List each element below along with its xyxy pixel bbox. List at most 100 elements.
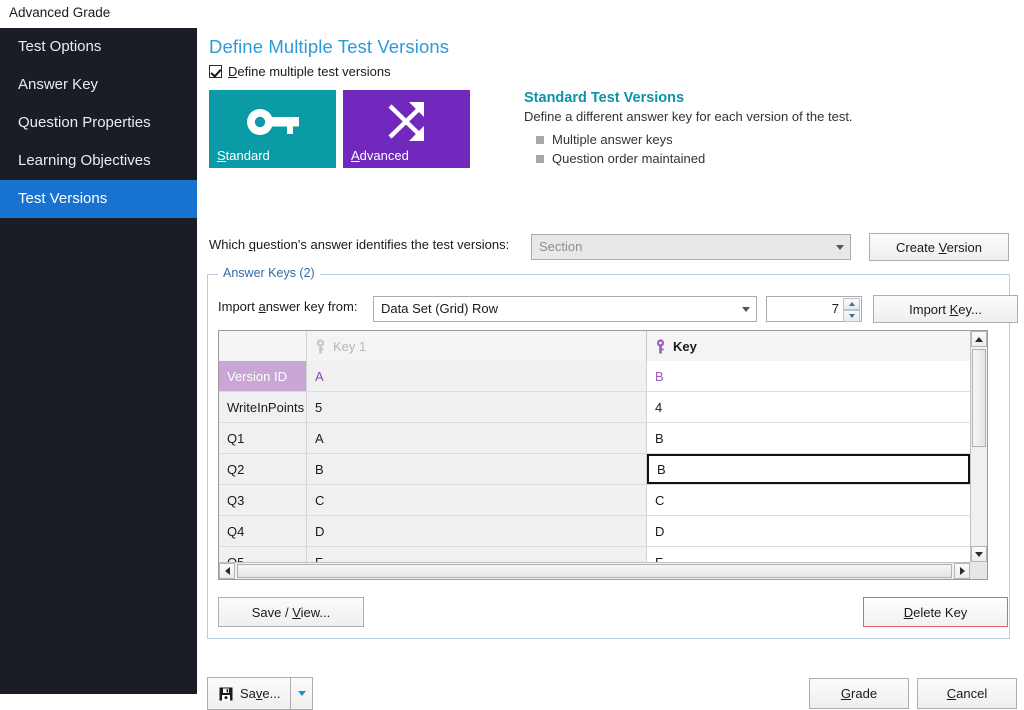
table-row[interactable]: Q3 C C	[219, 485, 970, 516]
tile-standard-label: Standard	[217, 148, 270, 163]
cell-key1[interactable]: C	[307, 485, 647, 515]
table-row[interactable]: WriteInPoints 5 4	[219, 392, 970, 423]
tile-advanced-label: Advanced	[351, 148, 409, 163]
chevron-down-icon[interactable]	[736, 297, 756, 321]
row-header: Q4	[219, 516, 307, 546]
vertical-scroll-thumb[interactable]	[972, 349, 986, 447]
row-header: Q1	[219, 423, 307, 453]
list-item: Multiple answer keys	[524, 130, 944, 149]
bullet-square-icon	[536, 135, 544, 144]
cell-key[interactable]: F	[647, 547, 970, 562]
window-title-bar: Advanced Grade	[0, 0, 1024, 28]
define-multiple-versions-label: Define multiple test versions	[228, 64, 391, 79]
sidebar-nav: Test Options Answer Key Question Propert…	[0, 28, 197, 694]
cell-key[interactable]: B	[647, 423, 970, 453]
cell-key1[interactable]: 5	[307, 392, 647, 422]
cell-key1[interactable]: A	[307, 423, 647, 453]
grid-horizontal-scrollbar[interactable]	[219, 562, 970, 579]
description-heading: Standard Test Versions	[524, 90, 685, 106]
import-answer-key-label: Import answer key from:	[218, 299, 358, 314]
version-description-panel: Standard Test Versions Define a differen…	[524, 90, 944, 168]
table-row[interactable]: Q5 F F	[219, 547, 970, 562]
save-view-label: Save / View...	[251, 604, 331, 620]
question-dropdown[interactable]: Section	[531, 234, 851, 260]
bullet-square-icon	[536, 154, 544, 163]
cell-key1[interactable]: F	[307, 547, 647, 562]
key-icon	[656, 338, 665, 353]
import-answer-key-row: Import answer key from: Data Set (Grid) …	[218, 292, 1018, 323]
table-row[interactable]: Version ID A B	[219, 361, 970, 392]
main-content: Define Multiple Test Versions Define mul…	[197, 28, 1024, 710]
row-header: Q2	[219, 454, 307, 484]
scrollbar-corner	[970, 562, 987, 579]
import-row-number-value: 7	[831, 301, 839, 316]
grid-column-header-key-label: Key	[673, 338, 697, 354]
cell-key[interactable]: C	[647, 485, 970, 515]
chevron-down-icon[interactable]	[830, 235, 850, 259]
sidebar-item-learning-objectives[interactable]: Learning Objectives	[0, 142, 197, 180]
import-key-button[interactable]: Import Key...	[873, 295, 1018, 323]
answer-key-grid[interactable]: Key 1 Key Version ID A B WriteInPoints 5…	[218, 330, 988, 580]
sidebar-item-question-properties[interactable]: Question Properties	[0, 104, 197, 142]
answer-keys-group-label: Answer Keys (2)	[218, 266, 320, 280]
stepper-down-icon[interactable]	[843, 310, 860, 322]
grid-column-header-key1-label: Key 1	[333, 338, 367, 354]
tile-standard[interactable]: Standard	[209, 90, 336, 168]
page-title: Define Multiple Test Versions	[209, 36, 450, 57]
question-dropdown-value: Section	[539, 239, 583, 254]
save-view-button[interactable]: Save / View...	[218, 597, 364, 627]
cell-key[interactable]: B	[647, 361, 970, 391]
window-title: Advanced Grade	[9, 5, 111, 20]
table-row[interactable]: Q4 D D	[219, 516, 970, 547]
table-row[interactable]: Q1 A B	[219, 423, 970, 454]
import-key-label: Import Key...	[909, 301, 982, 317]
delete-key-label: Delete Key	[903, 604, 968, 620]
cell-key[interactable]: D	[647, 516, 970, 546]
cell-key[interactable]: 4	[647, 392, 970, 422]
define-multiple-versions-row[interactable]: Define multiple test versions	[209, 64, 391, 79]
delete-key-button[interactable]: Delete Key	[863, 597, 1008, 627]
list-item: Question order maintained	[524, 149, 944, 168]
tile-advanced[interactable]: Advanced	[343, 90, 470, 168]
table-row[interactable]: Q2 B B	[219, 454, 970, 485]
cell-key1[interactable]: D	[307, 516, 647, 546]
row-header: Q3	[219, 485, 307, 515]
grid-column-header-key[interactable]: Key	[647, 331, 970, 361]
stepper-buttons[interactable]	[843, 298, 860, 322]
answer-keys-group: Answer Keys (2) Import answer key from: …	[207, 266, 1018, 639]
create-version-label: Create Version	[895, 239, 983, 255]
description-bullets: Multiple answer keys Question order main…	[524, 130, 944, 168]
cell-key1[interactable]: A	[307, 361, 647, 391]
question-selector-row: Which question's answer identifies the t…	[209, 231, 1009, 261]
question-selector-label: Which question's answer identifies the t…	[209, 237, 510, 252]
scroll-right-icon[interactable]	[954, 563, 970, 579]
key-icon	[209, 98, 336, 146]
grid-vertical-scrollbar[interactable]	[970, 331, 987, 562]
description-body: Define a different answer key for each v…	[524, 109, 853, 124]
scroll-down-icon[interactable]	[971, 546, 987, 562]
cell-key1[interactable]: B	[307, 454, 647, 484]
bullet-label: Multiple answer keys	[552, 132, 673, 147]
advanced-grade-dialog: Advanced Grade Test Options Answer Key Q…	[0, 0, 1024, 710]
sidebar-item-answer-key[interactable]: Answer Key	[0, 66, 197, 104]
import-source-value: Data Set (Grid) Row	[381, 301, 499, 316]
grid-column-header-key1[interactable]: Key 1	[307, 331, 647, 361]
import-source-dropdown[interactable]: Data Set (Grid) Row	[373, 296, 757, 322]
key-icon	[316, 338, 325, 353]
row-header: Version ID	[219, 361, 307, 391]
sidebar-item-test-options[interactable]: Test Options	[0, 28, 197, 66]
cell-key-selected[interactable]: B	[647, 454, 970, 484]
scroll-left-icon[interactable]	[219, 563, 235, 579]
grid-header-row: Key 1 Key	[219, 331, 970, 361]
import-row-number-stepper[interactable]: 7	[766, 296, 862, 322]
create-version-button[interactable]: Create Version	[869, 233, 1009, 261]
horizontal-scroll-thumb[interactable]	[237, 564, 952, 578]
scroll-up-icon[interactable]	[971, 331, 987, 347]
row-header: WriteInPoints	[219, 392, 307, 422]
grid-corner-header	[219, 331, 307, 361]
define-multiple-versions-checkbox[interactable]	[209, 65, 222, 78]
stepper-up-icon[interactable]	[843, 298, 860, 310]
row-header: Q5	[219, 547, 307, 562]
sidebar-item-test-versions[interactable]: Test Versions	[0, 180, 197, 218]
bullet-label: Question order maintained	[552, 151, 706, 166]
